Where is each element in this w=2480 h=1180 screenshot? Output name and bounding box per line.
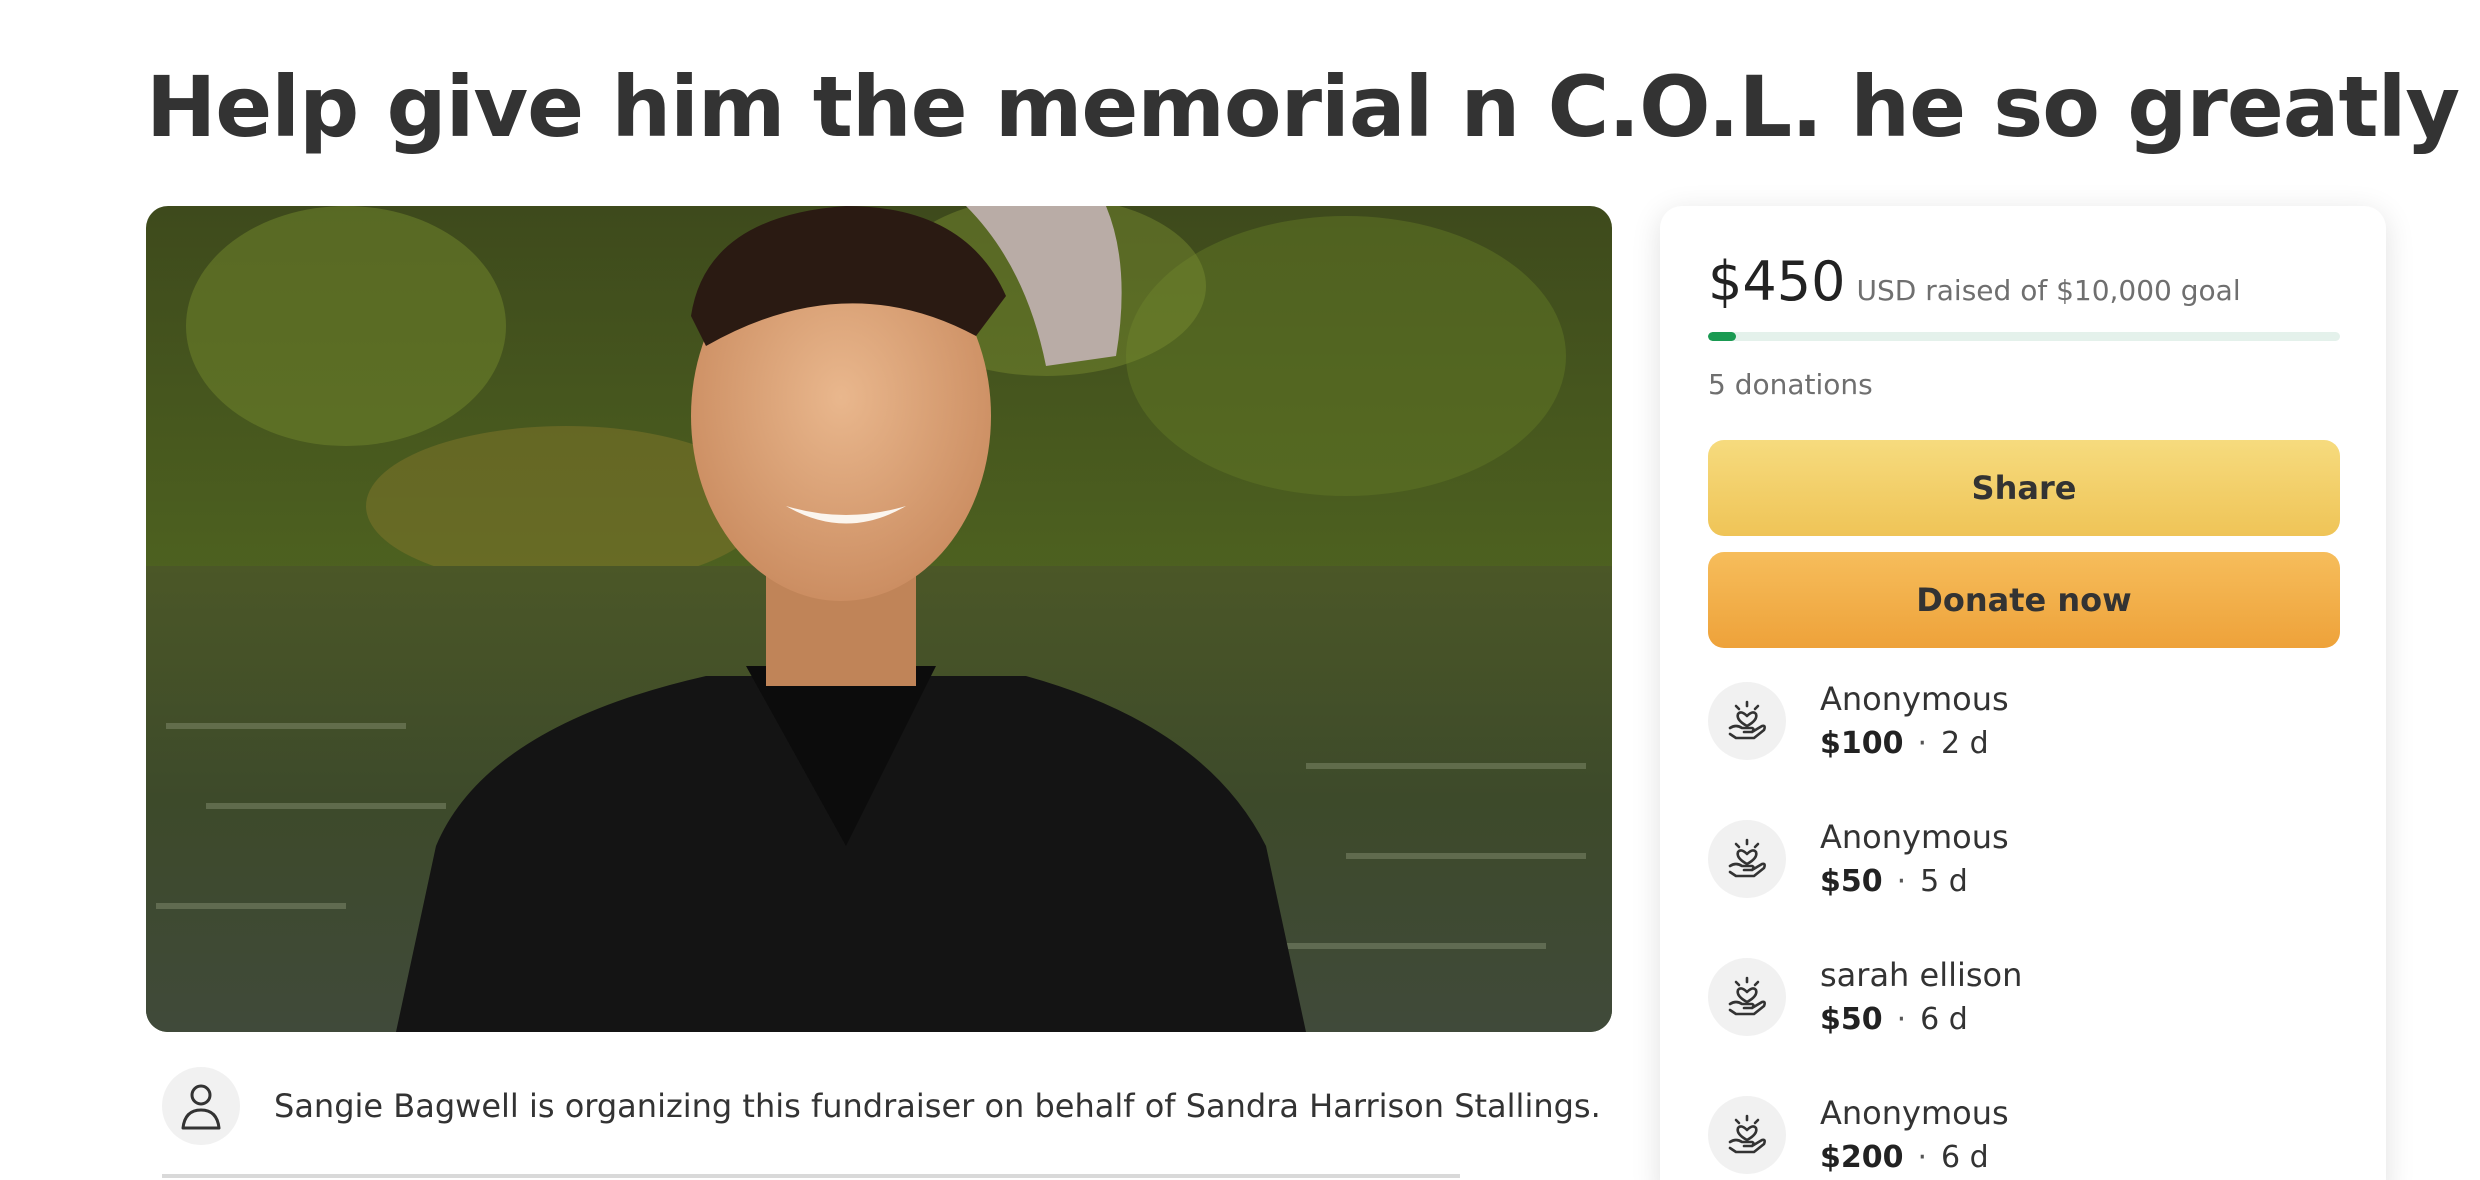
hero-photo[interactable] <box>146 206 1612 1032</box>
donation-item: Anonymous $50 · 5 d <box>1708 818 2340 908</box>
raised-summary: $450 USD raised of $10,000 goal <box>1708 250 2241 313</box>
hero-photo-image <box>146 206 1612 1032</box>
donation-time: 2 d <box>1941 726 1989 761</box>
donation-card: $450 USD raised of $10,000 goal 5 donati… <box>1660 206 2386 1180</box>
heart-hand-icon <box>1708 820 1786 898</box>
donation-item: Anonymous $200 · 6 d <box>1708 1094 2340 1180</box>
progress-bar <box>1708 332 2340 341</box>
raised-amount: $450 <box>1708 250 1846 313</box>
organizer-text: Sangie Bagwell is organizing this fundra… <box>274 1087 1601 1125</box>
donation-amount: $50 <box>1820 864 1883 899</box>
heart-hand-icon <box>1708 682 1786 760</box>
separator-dot: · <box>1896 864 1907 899</box>
donation-time: 6 d <box>1920 1002 1968 1037</box>
donation-item: Anonymous $100 · 2 d <box>1708 680 2340 770</box>
separator-dot: · <box>1917 1140 1928 1175</box>
donation-time: 5 d <box>1920 864 1968 899</box>
donation-time: 6 d <box>1941 1140 1989 1175</box>
donate-now-button[interactable]: Donate now <box>1708 552 2340 648</box>
fundraiser-page: Help give him the memorial n C.O.L. he s… <box>0 0 2480 1180</box>
donation-meta: $100 · 2 d <box>1820 726 1989 761</box>
progress-bar-fill <box>1708 332 1737 341</box>
donation-amount: $50 <box>1820 1002 1883 1037</box>
donor-name: Anonymous <box>1820 680 2009 718</box>
donation-amount: $200 <box>1820 1140 1904 1175</box>
divider <box>162 1174 1460 1178</box>
separator-dot: · <box>1896 1002 1907 1037</box>
donation-count: 5 donations <box>1708 368 1873 401</box>
donation-meta: $200 · 6 d <box>1820 1140 1989 1175</box>
donation-item: sarah ellison $50 · 6 d <box>1708 956 2340 1046</box>
donor-name: Anonymous <box>1820 818 2009 856</box>
donation-meta: $50 · 5 d <box>1820 864 1968 899</box>
heart-hand-icon <box>1708 1096 1786 1174</box>
page-title: Help give him the memorial n C.O.L. he s… <box>146 58 2480 156</box>
share-button[interactable]: Share <box>1708 440 2340 536</box>
organizer-row: Sangie Bagwell is organizing this fundra… <box>162 1066 1601 1146</box>
donation-meta: $50 · 6 d <box>1820 1002 1968 1037</box>
heart-hand-icon <box>1708 958 1786 1036</box>
person-icon <box>162 1067 240 1145</box>
donor-name: sarah ellison <box>1820 956 2023 994</box>
donation-amount: $100 <box>1820 726 1904 761</box>
donor-name: Anonymous <box>1820 1094 2009 1132</box>
raised-goal-text: USD raised of $10,000 goal <box>1856 274 2241 307</box>
separator-dot: · <box>1917 726 1928 761</box>
